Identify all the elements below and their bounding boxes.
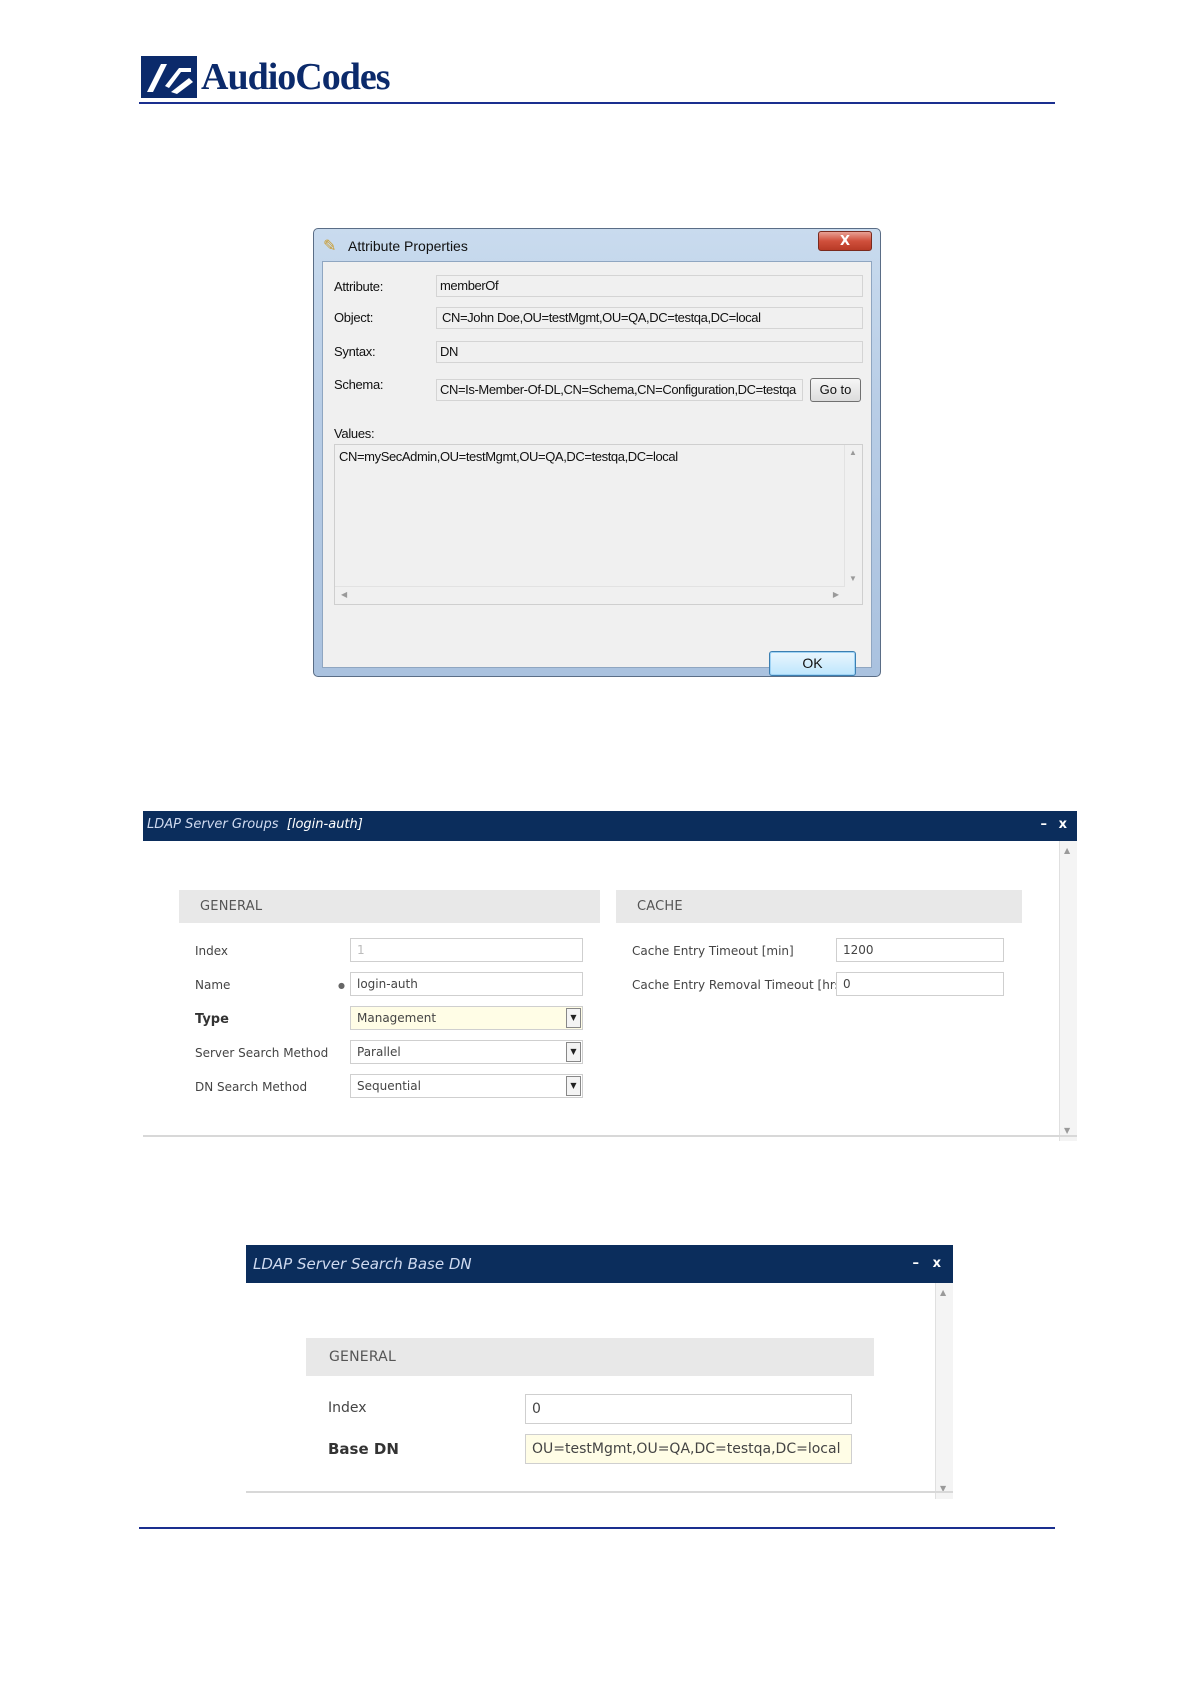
- dialog-titlebar: ✎ Attribute Properties X: [314, 229, 880, 261]
- scroll-up-icon[interactable]: ▲: [1064, 847, 1070, 855]
- server-search-method-select[interactable]: Parallel ▼: [350, 1040, 583, 1064]
- object-field[interactable]: CN=John Doe,OU=testMgmt,OU=QA,DC=testqa,…: [436, 307, 863, 329]
- panel-title-text: LDAP Server Groups: [147, 817, 279, 832]
- panel-header: LDAP Server Groups [login-auth] – x: [143, 811, 1077, 841]
- audiocodes-logo-mark-icon: [141, 56, 197, 98]
- scroll-right-icon[interactable]: ▶: [833, 591, 839, 599]
- attribute-label: Attribute:: [334, 279, 384, 294]
- base-dn-label: Base DN: [328, 1440, 399, 1458]
- panel-title: LDAP Server Search Base DN: [253, 1255, 472, 1273]
- general-section-header: GENERAL: [306, 1338, 874, 1376]
- name-label: Name: [195, 978, 231, 992]
- dn-search-method-select[interactable]: Sequential ▼: [350, 1074, 583, 1098]
- panel-vertical-scrollbar[interactable]: ▲ ▼: [935, 1283, 953, 1499]
- panel-bottom-border: [246, 1491, 953, 1493]
- close-button[interactable]: x: [1059, 817, 1067, 832]
- type-select[interactable]: Management ▼: [350, 1006, 583, 1030]
- cache-entry-removal-timeout-input[interactable]: 0: [836, 972, 1004, 996]
- dn-search-method-value: Sequential: [357, 1079, 421, 1093]
- header-rule: [139, 102, 1055, 104]
- ok-button[interactable]: OK: [769, 651, 856, 676]
- chevron-down-icon[interactable]: ▼: [566, 1008, 581, 1028]
- scroll-down-icon[interactable]: ▼: [849, 575, 857, 583]
- values-label: Values:: [334, 426, 375, 441]
- chevron-down-icon[interactable]: ▼: [566, 1042, 581, 1062]
- close-button[interactable]: X: [818, 231, 872, 251]
- dn-search-method-label: DN Search Method: [195, 1080, 308, 1094]
- panel-header: LDAP Server Search Base DN – x: [246, 1245, 953, 1283]
- footer-rule: [139, 1527, 1055, 1529]
- scroll-up-icon[interactable]: ▲: [849, 449, 857, 457]
- object-label: Object:: [334, 310, 374, 325]
- server-search-method-label: Server Search Method: [195, 1046, 329, 1060]
- values-item[interactable]: CN=mySecAdmin,OU=testMgmt,OU=QA,DC=testq…: [339, 449, 678, 464]
- panel-title: LDAP Server Groups [login-auth]: [147, 817, 363, 832]
- dialog-body: Attribute: memberOf Object: CN=John Doe,…: [322, 261, 872, 676]
- close-button[interactable]: x: [933, 1256, 941, 1271]
- attribute-properties-dialog: ✎ Attribute Properties X Attribute: memb…: [313, 228, 881, 677]
- goto-button[interactable]: Go to: [810, 378, 861, 402]
- dialog-title: Attribute Properties: [348, 238, 468, 254]
- cache-entry-removal-timeout-label: Cache Entry Removal Timeout [hrs]: [632, 978, 846, 992]
- syntax-field[interactable]: DN: [436, 341, 863, 363]
- index-label: Index: [195, 944, 229, 958]
- name-input[interactable]: login-auth: [350, 972, 583, 996]
- type-label: Type: [195, 1012, 229, 1027]
- logo-text: AudioCodes: [201, 56, 390, 98]
- values-horizontal-scrollbar[interactable]: ◀ ▶: [335, 586, 845, 604]
- cache-entry-timeout-input[interactable]: 1200: [836, 938, 1004, 962]
- scroll-left-icon[interactable]: ◀: [341, 591, 347, 599]
- index-input: 1: [350, 938, 583, 962]
- ldap-search-base-dn-panel: LDAP Server Search Base DN – x ▲ ▼ GENER…: [246, 1245, 953, 1499]
- index-label: Index: [328, 1400, 367, 1416]
- panel-bottom-border: [143, 1135, 1077, 1137]
- required-dot-icon: ●: [338, 981, 345, 990]
- scroll-up-icon[interactable]: ▲: [940, 1289, 946, 1297]
- values-list[interactable]: CN=mySecAdmin,OU=testMgmt,OU=QA,DC=testq…: [334, 444, 863, 605]
- general-section-header: GENERAL: [179, 890, 600, 923]
- syntax-label: Syntax:: [334, 344, 376, 359]
- audiocodes-logo: AudioCodes: [141, 54, 390, 100]
- schema-field[interactable]: CN=Is-Member-Of-DL,CN=Schema,CN=Configur…: [436, 379, 803, 401]
- base-dn-input[interactable]: OU=testMgmt,OU=QA,DC=testqa,DC=local: [525, 1434, 852, 1464]
- chevron-down-icon[interactable]: ▼: [566, 1076, 581, 1096]
- ldap-server-groups-panel: LDAP Server Groups [login-auth] – x ▲ ▼ …: [143, 811, 1077, 1141]
- index-input[interactable]: 0: [525, 1394, 852, 1424]
- attribute-field[interactable]: memberOf: [436, 275, 863, 297]
- values-vertical-scrollbar[interactable]: ▲ ▼: [844, 445, 862, 587]
- panel-title-suffix: [login-auth]: [286, 817, 363, 832]
- cache-section-header: CACHE: [616, 890, 1022, 923]
- book-icon: ✎: [323, 236, 337, 255]
- type-select-value: Management: [357, 1011, 437, 1025]
- server-search-method-value: Parallel: [357, 1045, 401, 1059]
- cache-entry-timeout-label: Cache Entry Timeout [min]: [632, 944, 794, 958]
- schema-label: Schema:: [334, 377, 384, 392]
- minimize-button[interactable]: –: [1041, 817, 1048, 832]
- minimize-button[interactable]: –: [913, 1256, 920, 1271]
- scroll-down-icon[interactable]: ▼: [1064, 1127, 1070, 1135]
- panel-vertical-scrollbar[interactable]: ▲ ▼: [1059, 841, 1077, 1141]
